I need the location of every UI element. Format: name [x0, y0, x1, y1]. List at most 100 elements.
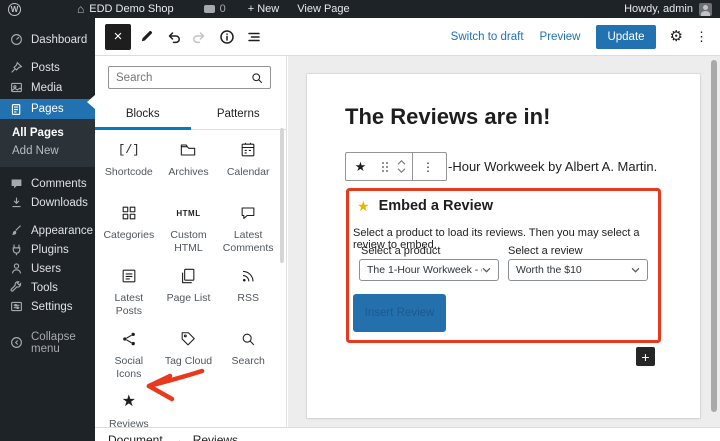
- block-item-page-list[interactable]: Page List: [159, 261, 219, 324]
- block-item-social-icons[interactable]: Social Icons: [99, 324, 159, 387]
- edit-tool-icon[interactable]: [134, 25, 158, 49]
- block-item-calendar[interactable]: Calendar: [218, 135, 278, 198]
- block-toolbar: ★ ⋮: [345, 152, 447, 181]
- wordpress-editor-screen: W ⌂ EDD Demo Shop 0 + New View Page Howd…: [0, 0, 720, 441]
- product-select[interactable]: The 1-Hour Workweek - eBook: [359, 259, 499, 281]
- wrench-icon: [10, 281, 23, 294]
- new-menu-link[interactable]: + New: [248, 3, 280, 15]
- shortcode-icon: [/]: [118, 143, 140, 157]
- submenu-all-pages[interactable]: All Pages: [0, 124, 95, 142]
- wordpress-logo-icon[interactable]: W: [8, 2, 21, 16]
- block-type-star-icon[interactable]: ★: [346, 153, 375, 180]
- sidebar-item-plugins[interactable]: Plugins: [0, 240, 95, 259]
- close-inserter-button[interactable]: ×: [105, 23, 131, 50]
- comment-count: 0: [219, 3, 226, 15]
- sidebar-item-collapse-menu[interactable]: Collapse menu: [0, 331, 95, 355]
- pages-icon: [10, 103, 23, 116]
- review-select[interactable]: Worth the $10: [508, 259, 648, 281]
- review-select-label: Select a review: [508, 245, 583, 257]
- breadcrumb-bar: Document → Reviews: [95, 427, 720, 441]
- view-page-link[interactable]: View Page: [297, 3, 349, 15]
- admin-sidebar: Dashboard Posts Media Pages All Pages Ad…: [0, 18, 95, 441]
- admin-bar: W ⌂ EDD Demo Shop 0 + New View Page Howd…: [0, 0, 720, 18]
- move-down-icon: [397, 168, 405, 174]
- settings-icon: [10, 300, 23, 313]
- breadcrumb-root[interactable]: Document: [108, 433, 163, 441]
- breadcrumb-arrow-icon: →: [171, 433, 184, 441]
- info-icon[interactable]: [215, 25, 239, 49]
- post-title[interactable]: The Reviews are in!: [345, 104, 550, 130]
- collapse-arrow-icon: [10, 336, 23, 349]
- block-item-archives[interactable]: Archives: [159, 135, 219, 198]
- submenu-add-new[interactable]: Add New: [0, 142, 95, 160]
- sidebar-item-posts[interactable]: Posts: [0, 58, 95, 77]
- calendar-icon: [238, 138, 258, 162]
- chevron-down-icon: [482, 267, 491, 273]
- latest-posts-icon: [119, 264, 139, 288]
- brush-icon: [10, 224, 23, 237]
- sidebar-item-users[interactable]: Users: [0, 259, 95, 278]
- block-item-latest-comments[interactable]: Latest Comments: [218, 198, 278, 261]
- avatar[interactable]: [699, 2, 712, 16]
- reviews-star-icon: ★: [121, 393, 136, 410]
- editor-page: The Reviews are in! ★ ⋮ -Hour Workweek b…: [307, 74, 700, 418]
- sidebar-item-media[interactable]: Media: [0, 78, 95, 97]
- list-view-icon[interactable]: [242, 25, 266, 49]
- gear-icon[interactable]: ⚙: [670, 29, 683, 44]
- sidebar-item-appearance[interactable]: Appearance: [0, 221, 95, 240]
- sidebar-item-dashboard[interactable]: Dashboard: [0, 30, 95, 49]
- site-name-link[interactable]: EDD Demo Shop: [89, 3, 173, 15]
- block-item-shortcode[interactable]: [/] Shortcode: [99, 135, 159, 198]
- block-item-rss[interactable]: RSS: [218, 261, 278, 324]
- block-item-latest-posts[interactable]: Latest Posts: [99, 261, 159, 324]
- redo-icon[interactable]: [188, 25, 212, 49]
- search-input[interactable]: [116, 71, 251, 84]
- magnifier-icon: [238, 327, 258, 351]
- user-icon: [10, 262, 23, 275]
- add-block-button[interactable]: +: [636, 347, 655, 366]
- embed-review-title: Embed a Review: [378, 198, 493, 214]
- paragraph-text[interactable]: -Hour Workweek by Albert A. Martin.: [448, 159, 657, 174]
- block-search-box: [108, 66, 271, 89]
- block-item-categories[interactable]: Categories: [99, 198, 159, 261]
- inserter-scrollbar[interactable]: [280, 128, 284, 263]
- search-icon: [252, 72, 263, 83]
- plug-icon: [10, 243, 23, 256]
- sidebar-item-comments[interactable]: Comments: [0, 174, 95, 193]
- dashboard-icon: [10, 33, 23, 46]
- comments-bubble-icon[interactable]: [203, 5, 215, 13]
- categories-icon: [119, 201, 139, 225]
- canvas-scrollbar[interactable]: [711, 60, 717, 412]
- move-up-icon: [397, 159, 405, 165]
- block-item-custom-html[interactable]: HTML Custom HTML: [159, 198, 219, 261]
- block-mover[interactable]: [390, 153, 412, 180]
- gold-star-icon: ★: [357, 198, 370, 214]
- product-select-label: Select a product: [361, 245, 441, 257]
- undo-icon[interactable]: [161, 25, 185, 49]
- editor-header: × Switch to draft Preview Update ⚙ ⋮: [95, 18, 720, 56]
- block-options-kebab-icon[interactable]: ⋮: [412, 153, 443, 180]
- sidebar-item-pages[interactable]: Pages: [0, 99, 95, 119]
- tab-blocks[interactable]: Blocks: [95, 99, 191, 130]
- preview-link[interactable]: Preview: [540, 31, 581, 43]
- insert-review-button[interactable]: Insert Review: [353, 294, 446, 332]
- block-inserter-panel: Blocks Patterns [/] Shortcode Archives C…: [95, 56, 287, 430]
- blocks-grid: [/] Shortcode Archives Calendar Categori…: [99, 135, 278, 441]
- pin-icon: [10, 61, 23, 74]
- sidebar-item-tools[interactable]: Tools: [0, 278, 95, 297]
- block-item-search[interactable]: Search: [218, 324, 278, 387]
- drag-handle[interactable]: [375, 153, 390, 180]
- active-menu-notch: [87, 95, 95, 109]
- howdy-admin-link[interactable]: Howdy, admin: [624, 3, 693, 15]
- inserter-tabs: Blocks Patterns: [95, 99, 286, 130]
- block-item-tag-cloud[interactable]: Tag Cloud: [159, 324, 219, 387]
- tab-patterns[interactable]: Patterns: [191, 99, 287, 129]
- options-kebab-icon[interactable]: ⋮: [695, 30, 708, 43]
- update-button[interactable]: Update: [596, 24, 656, 49]
- switch-to-draft-link[interactable]: Switch to draft: [451, 31, 524, 43]
- sidebar-item-downloads[interactable]: Downloads: [0, 193, 95, 212]
- pages-submenu: All Pages Add New: [0, 119, 95, 167]
- media-icon: [10, 81, 23, 94]
- editor-canvas: The Reviews are in! ★ ⋮ -Hour Workweek b…: [288, 56, 720, 427]
- sidebar-item-settings[interactable]: Settings: [0, 297, 95, 316]
